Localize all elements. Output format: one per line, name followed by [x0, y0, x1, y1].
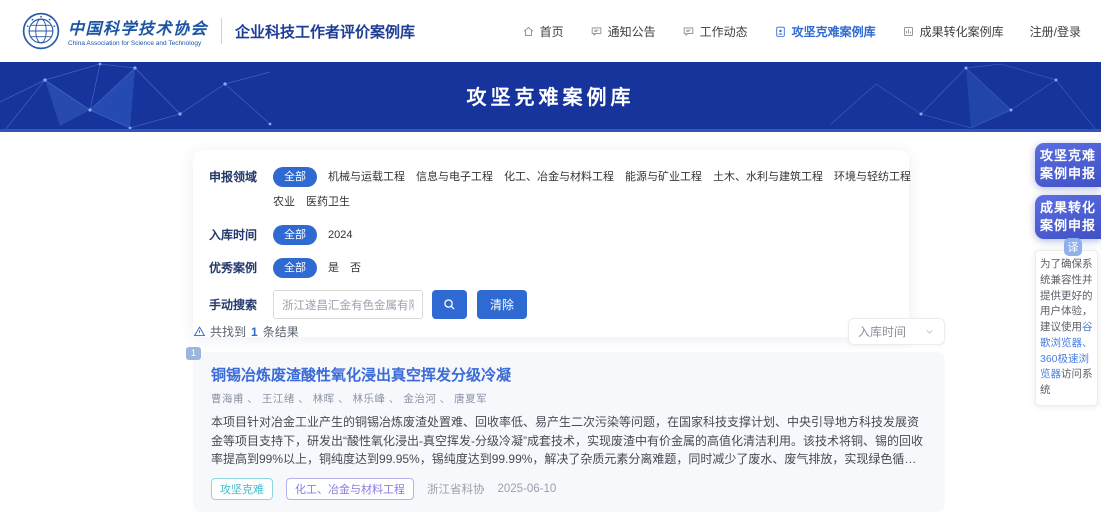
app-header: 中国科学技术协会 China Association for Science a… [0, 0, 1101, 62]
apply-hard-case-button[interactable]: 攻坚克难 案例申报 [1035, 143, 1101, 187]
filter-option[interactable]: 医药卫生 [306, 191, 350, 213]
case-title[interactable]: 铜锡冶炼废渣酸性氧化浸出真空挥发分级冷凝 [211, 364, 927, 385]
case-authors: 曹海甫 、 王江绪 、 林晖 、 林乐峰 、 金治河 、 唐夏军 [211, 391, 927, 406]
browser-notice: 为了确保系统兼容性并提供更好的用户体验，建议使用谷歌浏览器、360极速浏览器访问… [1035, 250, 1098, 406]
case-meta: 攻坚克难 化工、冶金与材料工程 浙江省科协 2025-06-10 [211, 478, 927, 500]
banner-decoration-right [801, 62, 1101, 132]
main-nav: 首页 通知公告 工作动态 攻坚克难案例库 成果转化案例库 注册/登 [522, 23, 1081, 40]
site-title: 企业科技工作者评价案例库 [235, 21, 415, 42]
nav-item-announcements[interactable]: 通知公告 [590, 23, 656, 40]
clear-button[interactable]: 清除 [477, 290, 527, 319]
filter-panel: 申报领域 全部 机械与运载工程 信息与电子工程 化工、冶金与材料工程 能源与矿业… [193, 150, 909, 337]
nav-item-case-library[interactable]: 攻坚克难案例库 [774, 23, 876, 40]
filter-option-all[interactable]: 全部 [273, 167, 317, 187]
filter-label: 入库时间 [209, 224, 265, 246]
announcement-icon [590, 25, 603, 38]
nav-item-work-news[interactable]: 工作动态 [682, 23, 748, 40]
filter-option[interactable]: 信息与电子工程 [416, 166, 493, 188]
nav-label: 首页 [540, 23, 564, 40]
nav-item-home[interactable]: 首页 [522, 23, 564, 40]
filter-option[interactable]: 是 [328, 257, 339, 279]
cast-emblem-icon [22, 12, 60, 50]
case-index-badge: 1 [186, 347, 201, 360]
filter-label: 手动搜索 [209, 294, 265, 316]
filter-option[interactable]: 环境与轻纺工程 [834, 166, 911, 188]
case-tag[interactable]: 化工、冶金与材料工程 [286, 478, 414, 500]
filter-option-all[interactable]: 全部 [273, 258, 317, 278]
nav-label: 攻坚克难案例库 [792, 23, 876, 40]
banner: 攻坚克难案例库 [0, 62, 1101, 132]
nav-item-register-login[interactable]: 注册/登录 [1030, 23, 1081, 40]
case-summary: 本项目针对冶金工业产生的铜锡冶炼废渣处置难、回收率低、易产生二次污染等问题，在国… [211, 413, 927, 469]
filter-option[interactable]: 化工、冶金与材料工程 [504, 166, 614, 188]
apply-transform-case-button[interactable]: 成果转化 案例申报 [1035, 195, 1101, 239]
filter-option[interactable]: 2024 [328, 224, 352, 246]
sort-select[interactable]: 入库时间 [848, 318, 945, 345]
achievement-library-icon [902, 25, 915, 38]
nav-label: 通知公告 [608, 23, 656, 40]
nav-label: 成果转化案例库 [920, 23, 1004, 40]
filter-row-domain: 申报领域 全部 机械与运载工程 信息与电子工程 化工、冶金与材料工程 能源与矿业… [209, 166, 895, 213]
org-name-en: China Association for Science and Techno… [68, 40, 208, 47]
result-header: 共找到 1 条结果 入库时间 [193, 318, 945, 345]
filter-option[interactable]: 农业 [273, 191, 295, 213]
nav-item-achievement-library[interactable]: 成果转化案例库 [902, 23, 1004, 40]
case-library-icon [774, 25, 787, 38]
case-org: 浙江省科协 [427, 481, 485, 497]
nav-label: 注册/登录 [1030, 23, 1081, 40]
cast-logo[interactable]: 中国科学技术协会 China Association for Science a… [22, 12, 208, 50]
results-count: 共找到 1 条结果 [193, 323, 299, 340]
filter-label: 优秀案例 [209, 257, 265, 279]
search-icon [442, 297, 457, 312]
filter-option[interactable]: 否 [350, 257, 361, 279]
filter-row-search: 手动搜索 清除 [209, 290, 895, 319]
news-icon [682, 25, 695, 38]
filter-label: 申报领域 [209, 166, 265, 188]
case-card: 1 铜锡冶炼废渣酸性氧化浸出真空挥发分级冷凝 曹海甫 、 王江绪 、 林晖 、 … [193, 352, 945, 512]
warning-icon [193, 325, 206, 338]
filter-option[interactable]: 能源与矿业工程 [625, 166, 702, 188]
chevron-down-icon [924, 326, 935, 337]
org-name-cn: 中国科学技术协会 [68, 15, 208, 39]
banner-decoration-left [0, 62, 300, 132]
nav-label: 工作动态 [700, 23, 748, 40]
translate-icon[interactable]: 译 [1064, 238, 1082, 256]
filter-option[interactable]: 机械与运载工程 [328, 166, 405, 188]
banner-title: 攻坚克难案例库 [467, 81, 635, 110]
case-tag[interactable]: 攻坚克难 [211, 478, 273, 500]
case-date: 2025-06-10 [498, 483, 557, 495]
sort-select-value: 入库时间 [858, 323, 906, 340]
filter-option-all[interactable]: 全部 [273, 225, 317, 245]
header-divider [221, 18, 222, 44]
search-button[interactable] [432, 290, 467, 319]
filter-row-excellent: 优秀案例 全部 是 否 [209, 257, 895, 279]
home-icon [522, 25, 535, 38]
filter-option[interactable]: 土木、水利与建筑工程 [713, 166, 823, 188]
search-input[interactable] [273, 290, 423, 319]
filter-row-year: 入库时间 全部 2024 [209, 224, 895, 246]
